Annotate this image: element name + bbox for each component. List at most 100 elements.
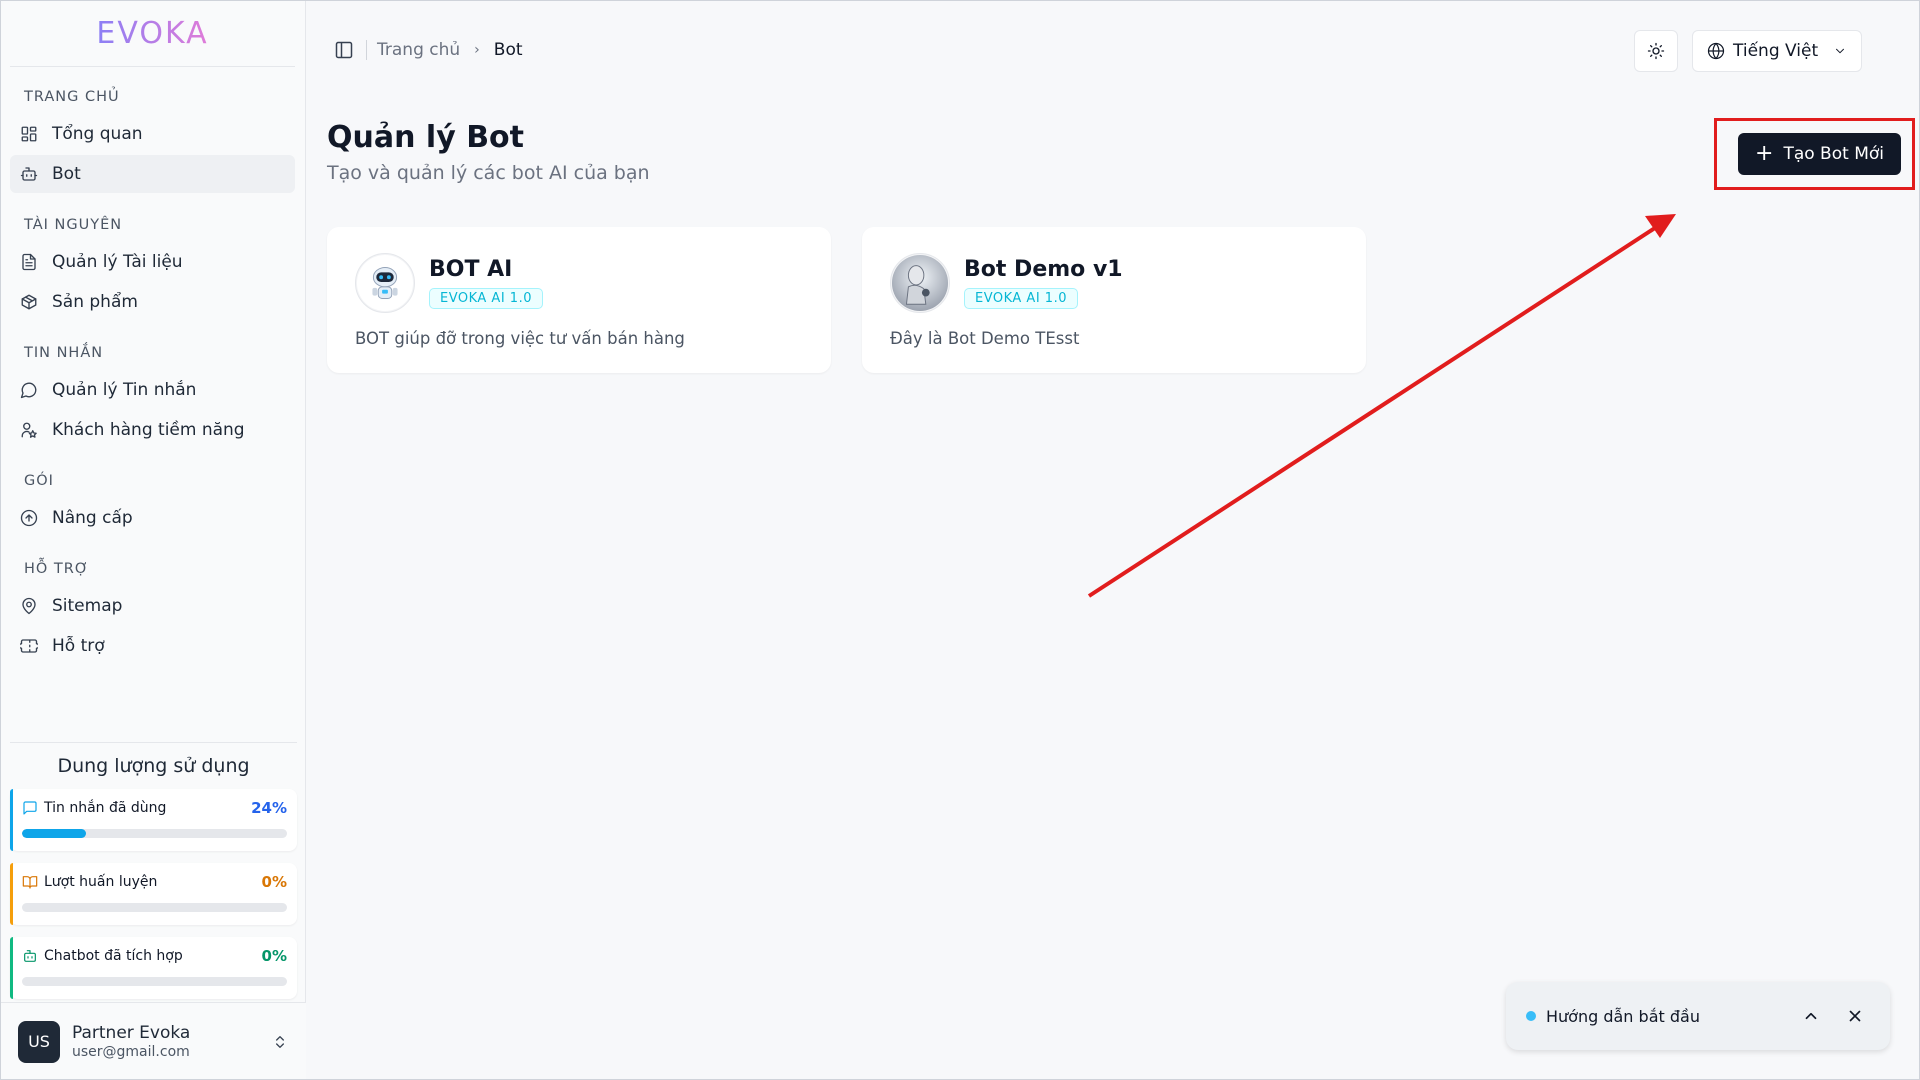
nav-section-title: TRANG CHỦ xyxy=(24,89,120,105)
package-icon xyxy=(21,294,37,310)
nav-section-home: TRANG CHỦ Tổng quan Bot xyxy=(0,67,305,193)
bot-description: Đây là Bot Demo TEsst xyxy=(890,329,1080,348)
bot-icon xyxy=(20,167,38,181)
nav-section-title: TIN NHẮN xyxy=(24,345,104,361)
sidebar-toggle-icon[interactable] xyxy=(334,40,354,60)
usage-accent xyxy=(10,937,13,999)
sidebar-item-support[interactable]: Hỗ trợ xyxy=(10,627,295,665)
sidebar-item-overview[interactable]: Tổng quan xyxy=(10,115,295,153)
avatar: US xyxy=(18,1020,60,1063)
usage-panel: Dung lượng sử dụng Tin nhắn đã dùng 24% … xyxy=(10,742,297,1011)
chat-icon xyxy=(23,801,37,815)
sidebar-item-label: Nâng cấp xyxy=(52,508,133,528)
usage-percent: 24% xyxy=(251,799,287,817)
nav-section-messages: TIN NHẮN Quản lý Tin nhắn Khách hàng tiề… xyxy=(0,323,305,449)
sidebar-item-label: Sản phẩm xyxy=(52,292,138,312)
sidebar-item-label: Tổng quan xyxy=(52,124,143,144)
sidebar: EVOKA TRANG CHỦ Tổng quan Bot TÀI NGUYÊN… xyxy=(0,0,306,1080)
nav-section-title: GÓI xyxy=(24,473,54,489)
sidebar-item-messages[interactable]: Quản lý Tin nhắn xyxy=(10,371,295,409)
nav-section-title: TÀI NGUYÊN xyxy=(24,217,123,233)
breadcrumb-current: Bot xyxy=(493,40,523,60)
bot-icon xyxy=(24,950,36,962)
usage-percent: 0% xyxy=(261,873,287,891)
usage-card-training: Lượt huấn luyện 0% xyxy=(10,863,297,925)
close-button[interactable] xyxy=(1840,1001,1870,1031)
nav-section-plan: GÓI Nâng cấp xyxy=(0,451,305,537)
sidebar-item-sitemap[interactable]: Sitemap xyxy=(10,587,295,625)
guide-label: Hướng dẫn bắt đầu xyxy=(1546,1006,1700,1026)
bot-card[interactable]: Bot Demo v1 EVOKA AI 1.0 Đây là Bot Demo… xyxy=(862,227,1366,373)
book-icon xyxy=(22,876,38,889)
sidebar-item-leads[interactable]: Khách hàng tiềm năng xyxy=(10,411,295,449)
breadcrumb: Trang chủ › Bot xyxy=(377,40,523,60)
robot-photo-icon xyxy=(891,254,949,312)
globe-icon xyxy=(1707,42,1725,60)
page-title: Quản lý Bot xyxy=(327,120,525,155)
breadcrumb-home[interactable]: Trang chủ xyxy=(377,40,460,60)
dashboard-icon xyxy=(21,126,37,142)
usage-progress-track xyxy=(22,903,287,912)
collapse-button[interactable] xyxy=(1796,1001,1826,1031)
theme-toggle-button[interactable] xyxy=(1634,30,1678,72)
usage-label: Tin nhắn đã dùng xyxy=(44,800,167,816)
sidebar-item-label: Quản lý Tin nhắn xyxy=(52,380,197,400)
chevron-right-icon: › xyxy=(474,42,480,58)
upgrade-icon xyxy=(20,509,38,527)
sidebar-item-label: Hỗ trợ xyxy=(52,636,105,656)
message-icon xyxy=(20,382,37,399)
page-subtitle: Tạo và quản lý các bot AI của bạn xyxy=(327,162,650,184)
bot-name: Bot Demo v1 xyxy=(964,257,1123,282)
user-star-icon xyxy=(21,422,37,438)
user-menu[interactable]: US Partner Evoka user@gmail.com xyxy=(0,1002,306,1080)
close-icon xyxy=(1849,1010,1861,1022)
sidebar-item-bot[interactable]: Bot xyxy=(10,155,295,193)
usage-accent xyxy=(10,863,13,925)
language-select[interactable]: Tiếng Việt xyxy=(1692,30,1862,72)
ticket-icon xyxy=(20,639,38,653)
top-header: Trang chủ › Bot Tiếng Việt xyxy=(306,0,1920,100)
usage-progress-fill xyxy=(22,829,86,838)
bot-avatar xyxy=(355,253,415,313)
robot-icon xyxy=(356,254,414,312)
sun-icon xyxy=(1647,42,1665,60)
usage-progress-track xyxy=(22,977,287,986)
sidebar-item-label: Sitemap xyxy=(52,596,123,616)
usage-label: Lượt huấn luyện xyxy=(44,874,158,890)
usage-percent: 0% xyxy=(261,947,287,965)
annotation-highlight-box xyxy=(1714,118,1915,190)
user-name: Partner Evoka xyxy=(72,1023,191,1043)
usage-title: Dung lượng sử dụng xyxy=(57,755,250,777)
chevrons-up-down-icon[interactable] xyxy=(272,1034,288,1050)
sidebar-item-upgrade[interactable]: Nâng cấp xyxy=(10,499,295,537)
usage-accent xyxy=(10,789,13,851)
sidebar-item-label: Bot xyxy=(52,164,81,184)
language-label: Tiếng Việt xyxy=(1733,41,1819,61)
user-email: user@gmail.com xyxy=(72,1044,190,1060)
sidebar-item-label: Quản lý Tài liệu xyxy=(52,252,183,272)
chevron-up-icon xyxy=(1805,1012,1817,1020)
usage-card-messages: Tin nhắn đã dùng 24% xyxy=(10,789,297,851)
status-dot xyxy=(1526,1011,1536,1021)
sidebar-item-label: Khách hàng tiềm năng xyxy=(52,420,245,440)
divider xyxy=(366,40,367,60)
bot-name: BOT AI xyxy=(429,257,513,282)
usage-card-chatbots: Chatbot đã tích hợp 0% xyxy=(10,937,297,999)
sidebar-item-documents[interactable]: Quản lý Tài liệu xyxy=(10,243,295,281)
nav-section-resources: TÀI NGUYÊN Quản lý Tài liệu Sản phẩm xyxy=(0,195,305,321)
bot-version-badge: EVOKA AI 1.0 xyxy=(429,288,543,309)
logo[interactable]: EVOKA xyxy=(10,0,295,67)
sidebar-item-products[interactable]: Sản phẩm xyxy=(10,283,295,321)
document-icon xyxy=(22,253,36,271)
map-pin-icon xyxy=(22,597,36,615)
usage-label: Chatbot đã tích hợp xyxy=(44,948,183,964)
nav-section-title: HỖ TRỢ xyxy=(24,561,90,577)
getting-started-guide[interactable]: Hướng dẫn bắt đầu xyxy=(1506,982,1890,1050)
bot-avatar xyxy=(890,253,950,313)
usage-progress-track xyxy=(22,829,287,838)
chevron-down-icon xyxy=(1836,48,1844,54)
bot-description: BOT giúp đỡ trong việc tư vấn bán hàng xyxy=(355,329,685,348)
bot-version-badge: EVOKA AI 1.0 xyxy=(964,288,1078,309)
nav-section-support: HỖ TRỢ Sitemap Hỗ trợ xyxy=(0,539,305,665)
bot-card[interactable]: BOT AI EVOKA AI 1.0 BOT giúp đỡ trong vi… xyxy=(327,227,831,373)
